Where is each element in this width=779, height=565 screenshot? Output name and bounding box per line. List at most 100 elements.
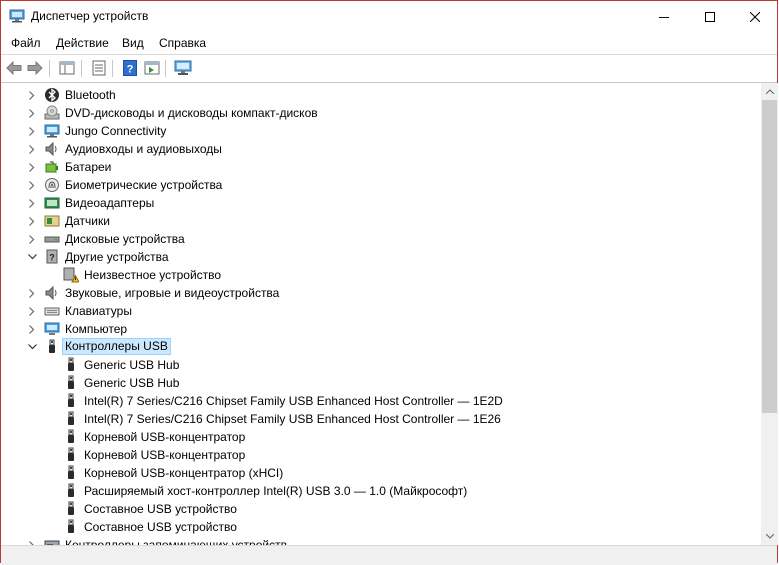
expand-chevron-right-icon[interactable] [27,89,37,101]
tree-item[interactable]: Jungo Connectivity [2,122,761,140]
tree-item-label: Датчики [65,214,110,228]
tree-item[interactable]: Корневой USB-концентратор [2,428,761,446]
scan-hardware-monitor-icon [174,60,192,75]
vertical-scrollbar[interactable] [761,83,778,545]
menu-action[interactable]: Действие [56,36,109,50]
expand-chevron-right-icon[interactable] [27,125,37,137]
tree-item[interactable]: Корневой USB-концентратор (xHCI) [2,464,761,482]
scrollbar-thumb[interactable] [762,100,777,413]
expand-chevron-right-icon[interactable] [27,143,37,155]
scroll-down-button[interactable] [761,528,778,545]
tree-item[interactable]: Generic USB Hub [2,374,761,392]
sensor-icon [44,215,60,227]
tree-item[interactable]: Неизвестное устройство [2,266,761,284]
tree-item-label: Intel(R) 7 Series/C216 Chipset Family US… [84,394,503,408]
tree-item-label: Контроллеры USB [62,338,171,355]
minimize-button[interactable] [641,1,687,32]
expand-chevron-right-icon[interactable] [27,287,37,299]
tree-item[interactable]: Дисковые устройства [2,230,761,248]
tree-item[interactable]: Компьютер [2,320,761,338]
menu-help[interactable]: Справка [159,36,206,50]
tree-item[interactable]: Расширяемый хост-контроллер Intel(R) USB… [2,482,761,500]
maximize-button[interactable] [687,1,733,32]
back-button[interactable] [5,59,23,77]
storage-controller-icon [44,540,60,545]
tree-item[interactable]: Батареи [2,158,761,176]
tree-item-label: Биометрические устройства [65,178,223,192]
tree-item-label: Другие устройства [65,250,169,264]
show-hide-console-tree-button[interactable] [58,59,76,77]
tree-item[interactable]: Bluetooth [2,86,761,104]
tree-item[interactable]: Датчики [2,212,761,230]
forward-button[interactable] [26,59,44,77]
expand-chevron-right-icon[interactable] [27,233,37,245]
tree-item[interactable]: Контроллеры USB [2,338,761,356]
keyboard-icon [44,307,60,316]
tree-item-label: Intel(R) 7 Series/C216 Chipset Family US… [84,412,501,426]
tree-item[interactable]: Звуковые, игровые и видеоустройства [2,284,761,302]
close-button[interactable] [732,1,778,32]
tree-item-label: Звуковые, игровые и видеоустройства [65,286,280,300]
title-bar[interactable]: Диспетчер устройств [1,1,777,32]
menu-file[interactable]: Файл [11,36,41,50]
expand-chevron-right-icon[interactable] [27,323,37,335]
fingerprint-icon [45,178,59,192]
display-adapter-icon [44,197,60,209]
maximize-icon [705,11,715,22]
tree-item[interactable]: ? Другие устройства [2,248,761,266]
usb-icon [68,357,74,371]
tree-item[interactable]: Intel(R) 7 Series/C216 Chipset Family US… [2,392,761,410]
tree-item[interactable]: DVD-дисководы и дисководы компакт-дисков [2,104,761,122]
tree-item-label: DVD-дисководы и дисководы компакт-дисков [65,106,318,120]
usb-icon [68,483,74,497]
run-action-button[interactable] [143,59,161,77]
unknown-device-warning-icon [63,267,79,283]
tree-item-label: Батареи [65,160,112,174]
tree-item[interactable]: Видеоадаптеры [2,194,761,212]
device-manager-window: Диспетчер устройств Файл Действие Вид Сп… [0,0,778,565]
expand-chevron-down-icon[interactable] [27,341,37,353]
disk-drive-icon [44,236,60,243]
tree-item[interactable]: Клавиатуры [2,302,761,320]
tree-item-label: Корневой USB-концентратор (xHCI) [84,466,284,480]
tree-item[interactable]: Generic USB Hub [2,356,761,374]
menu-view[interactable]: Вид [122,36,144,50]
close-icon [750,11,760,22]
tree-item[interactable]: Корневой USB-концентратор [2,446,761,464]
monitor-icon [44,124,60,138]
scan-hardware-button[interactable] [174,59,192,77]
device-tree[interactable]: Bluetooth DVD-дисководы и дисководы компа… [2,83,761,545]
svg-text:?: ? [49,253,55,263]
help-button[interactable]: ? [121,59,139,77]
tree-item[interactable]: Биометрические устройства [2,176,761,194]
tree-item[interactable]: Составное USB устройство [2,500,761,518]
tree-item-label: Контроллеры запоминающих устройств [65,538,287,545]
scroll-up-button[interactable] [761,83,778,100]
expand-chevron-right-icon[interactable] [27,215,37,227]
tree-item-label: Корневой USB-концентратор [84,448,246,462]
console-tree-icon [59,61,75,75]
usb-icon [68,411,74,425]
tree-item[interactable]: Аудиовходы и аудиовыходы [2,140,761,158]
usb-icon [68,375,74,389]
expand-chevron-right-icon[interactable] [27,305,37,317]
tree-item[interactable]: Контроллеры запоминающих устройств [2,536,761,545]
tree-item-label: Клавиатуры [65,304,132,318]
tree-item-label: Дисковые устройства [65,232,185,246]
tree-item-label: Составное USB устройство [84,520,237,534]
tree-item-label: Jungo Connectivity [65,124,167,138]
expand-chevron-down-icon[interactable] [27,251,37,263]
properties-button[interactable] [90,59,108,77]
expand-chevron-right-icon[interactable] [27,197,37,209]
expand-chevron-right-icon[interactable] [27,161,37,173]
tree-item-label: Аудиовходы и аудиовыходы [65,142,222,156]
bluetooth-icon [45,88,59,102]
tree-item[interactable]: Intel(R) 7 Series/C216 Chipset Family US… [2,410,761,428]
expand-chevron-right-icon[interactable] [27,179,37,191]
tree-item-label: Составное USB устройство [84,502,237,516]
expand-chevron-right-icon[interactable] [27,107,37,119]
tree-item[interactable]: Составное USB устройство [2,518,761,536]
tree-item-label: Bluetooth [65,88,116,102]
usb-icon [68,429,74,443]
chevron-down-icon [765,534,774,539]
